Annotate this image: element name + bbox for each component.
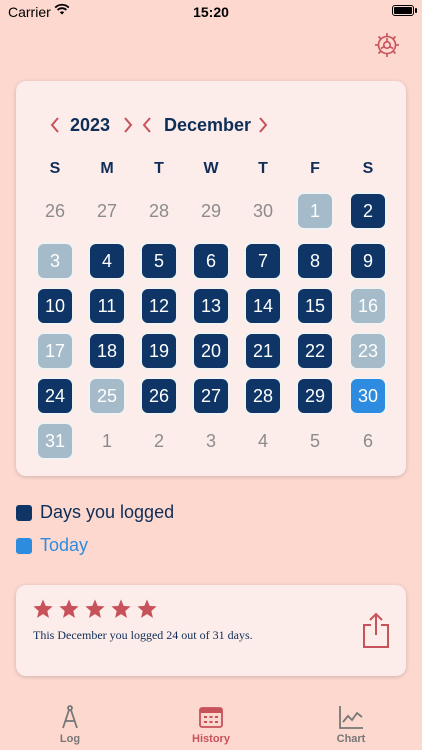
summary-text: This December you logged 24 out of 31 da… xyxy=(33,628,253,642)
calendar-day: 4 xyxy=(257,430,268,451)
tab-history[interactable]: History xyxy=(171,704,251,745)
weekday-label: F xyxy=(310,160,320,177)
calendar-day[interactable]: 19 xyxy=(140,332,178,370)
next-year-button[interactable] xyxy=(121,115,135,135)
calendar-day[interactable]: 27 xyxy=(192,377,230,415)
weekday-label: T xyxy=(154,160,164,177)
calendar-day[interactable]: 24 xyxy=(36,377,74,415)
clock: 15:20 xyxy=(193,4,229,20)
weekday-label: S xyxy=(362,160,374,177)
calendar-day[interactable]: 18 xyxy=(88,332,126,370)
weekday-label: S xyxy=(49,160,61,177)
calendar-day: 6 xyxy=(362,430,373,451)
weekday-label: T xyxy=(258,160,268,177)
today-swatch xyxy=(16,537,32,554)
calendar-day[interactable]: 29 xyxy=(296,377,334,415)
calendar-day[interactable]: 21 xyxy=(244,332,282,370)
legend-logged: Days you logged xyxy=(16,502,174,523)
settings-gear-icon[interactable] xyxy=(373,31,401,59)
star-icon xyxy=(137,599,157,618)
calendar-day[interactable]: 12 xyxy=(140,287,178,325)
share-button[interactable] xyxy=(361,611,391,649)
calendar-day[interactable]: 10 xyxy=(36,287,74,325)
tab-history-label: History xyxy=(192,733,230,745)
calendar-day: 3 xyxy=(205,430,216,451)
calendar-day-today[interactable]: 30 xyxy=(349,377,387,415)
star-icon xyxy=(33,599,53,618)
calendar-day[interactable]: 2 xyxy=(349,192,387,230)
calendar-day[interactable]: 22 xyxy=(296,332,334,370)
star-icon xyxy=(85,599,105,618)
tab-chart-label: Chart xyxy=(336,733,366,745)
battery-icon xyxy=(392,5,417,16)
calendar-day[interactable]: 25 xyxy=(88,377,126,415)
calendar-day[interactable]: 4 xyxy=(88,242,126,280)
calendar-day[interactable]: 16 xyxy=(349,287,387,325)
previous-year-button[interactable] xyxy=(48,115,62,135)
star-icon xyxy=(111,599,131,618)
tab-bar: Log History Chart xyxy=(0,700,422,750)
calendar-day[interactable]: 17 xyxy=(36,332,74,370)
today-legend-label: Today xyxy=(40,535,89,555)
tab-log-label: Log xyxy=(59,733,81,745)
calendar-day[interactable]: 28 xyxy=(244,377,282,415)
calendar-day: 26 xyxy=(44,200,66,221)
calendar-day[interactable]: 7 xyxy=(244,242,282,280)
calendar-day[interactable]: 15 xyxy=(296,287,334,325)
calendar-day[interactable]: 8 xyxy=(296,242,334,280)
calendar-day[interactable]: 3 xyxy=(36,242,74,280)
calendar-day: 1 xyxy=(101,430,112,451)
month-label: December xyxy=(164,115,252,135)
status-bar: Carrier 15:20 xyxy=(0,0,422,22)
weekday-label: M xyxy=(100,160,114,177)
calendar-day[interactable]: 1 xyxy=(296,192,334,230)
year-label: 2023 xyxy=(70,115,111,135)
calendar-day[interactable]: 26 xyxy=(140,377,178,415)
logged-swatch xyxy=(16,504,32,521)
next-month-button[interactable] xyxy=(256,115,270,135)
calendar-day[interactable]: 31 xyxy=(36,422,74,460)
legend-today: Today xyxy=(16,535,88,556)
previous-month-button[interactable] xyxy=(140,115,154,135)
star-rating xyxy=(32,598,158,620)
calendar-day[interactable]: 9 xyxy=(349,242,387,280)
calendar-day: 5 xyxy=(309,430,320,451)
calendar-day[interactable]: 6 xyxy=(192,242,230,280)
calendar-day[interactable]: 14 xyxy=(244,287,282,325)
logged-legend-label: Days you logged xyxy=(40,502,175,522)
tab-chart[interactable]: Chart xyxy=(311,704,391,745)
calendar-day[interactable]: 11 xyxy=(88,287,126,325)
calendar-day: 27 xyxy=(96,200,118,221)
compass-icon xyxy=(62,705,78,729)
calendar-day: 30 xyxy=(252,200,274,221)
weekday-label: W xyxy=(203,160,219,177)
tab-log[interactable]: Log xyxy=(30,704,110,745)
calendar-day: 2 xyxy=(153,430,164,451)
calendar-day[interactable]: 23 xyxy=(349,332,387,370)
calendar-day: 29 xyxy=(200,200,222,221)
calendar-icon xyxy=(199,707,223,728)
calendar-day[interactable]: 5 xyxy=(140,242,178,280)
calendar-day: 28 xyxy=(148,200,170,221)
line-chart-icon xyxy=(339,706,363,729)
calendar-day[interactable]: 20 xyxy=(192,332,230,370)
star-icon xyxy=(59,599,79,618)
calendar-day[interactable]: 13 xyxy=(192,287,230,325)
